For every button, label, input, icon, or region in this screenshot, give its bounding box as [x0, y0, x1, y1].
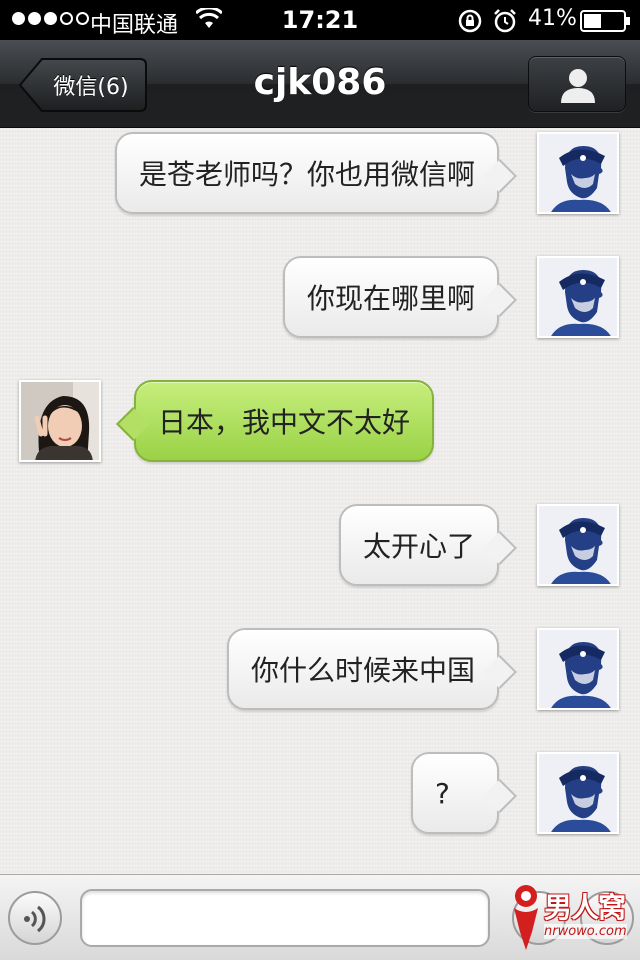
- back-button[interactable]: 微信(6): [18, 57, 148, 113]
- voice-wave-icon: [24, 905, 46, 933]
- portrait-image: [539, 134, 617, 212]
- battery-icon: [580, 10, 630, 32]
- carrier-name: 中国联通: [90, 13, 179, 38]
- voice-input-button[interactable]: [8, 891, 62, 945]
- message-bubble-sent[interactable]: 你什么时候来中国: [226, 628, 499, 710]
- person-icon: [561, 69, 595, 103]
- status-bar: 中国联通 17:21 41%: [0, 0, 640, 40]
- contact-avatar[interactable]: [19, 380, 101, 462]
- portrait-image: [539, 754, 617, 832]
- watermark-url: nrwowo.com: [544, 924, 627, 939]
- chat-title: cjk086: [253, 62, 387, 103]
- portrait-image: [539, 258, 617, 336]
- my-avatar[interactable]: [537, 504, 619, 586]
- portrait-image: [539, 506, 617, 584]
- navigation-bar: 微信(6) cjk086: [0, 40, 640, 128]
- message-text: 你现在哪里啊: [306, 282, 475, 315]
- back-button-label: 微信(6): [53, 75, 129, 100]
- signal-strength-icon: [12, 12, 89, 25]
- watermark-text: 男人窝: [544, 891, 626, 924]
- message-text: 日本，我中文不太好: [158, 406, 411, 439]
- watermark-figure-icon: [514, 885, 538, 950]
- message-text: ?: [435, 776, 450, 810]
- contact-photo: [21, 382, 99, 460]
- watermark-logo: 男人窝 nrwowo.com: [506, 880, 636, 958]
- chat-message-list[interactable]: 是苍老师吗？你也用微信啊 你现在哪里啊 日本，我中文不太好 太开心了 你什么时候…: [0, 129, 640, 874]
- message-bubble-received[interactable]: 日本，我中文不太好: [134, 380, 435, 462]
- message-bubble-sent[interactable]: ?: [411, 752, 499, 834]
- my-avatar[interactable]: [537, 256, 619, 338]
- message-text: 是苍老师吗？你也用微信啊: [138, 158, 475, 191]
- my-avatar[interactable]: [537, 132, 619, 214]
- rotation-lock-icon: [458, 9, 482, 33]
- wifi-icon: [196, 8, 222, 28]
- message-bubble-sent[interactable]: 太开心了: [338, 504, 499, 586]
- message-bubble-sent[interactable]: 是苍老师吗？你也用微信啊: [114, 132, 499, 214]
- contact-profile-button[interactable]: [528, 56, 626, 112]
- alarm-icon: [494, 9, 516, 33]
- my-avatar[interactable]: [537, 628, 619, 710]
- message-text: 你什么时候来中国: [250, 654, 475, 687]
- my-avatar[interactable]: [537, 752, 619, 834]
- portrait-image: [539, 630, 617, 708]
- message-text: 太开心了: [362, 530, 475, 563]
- message-bubble-sent[interactable]: 你现在哪里啊: [282, 256, 499, 338]
- battery-percentage: 41%: [528, 6, 577, 31]
- message-text-input[interactable]: [80, 889, 490, 947]
